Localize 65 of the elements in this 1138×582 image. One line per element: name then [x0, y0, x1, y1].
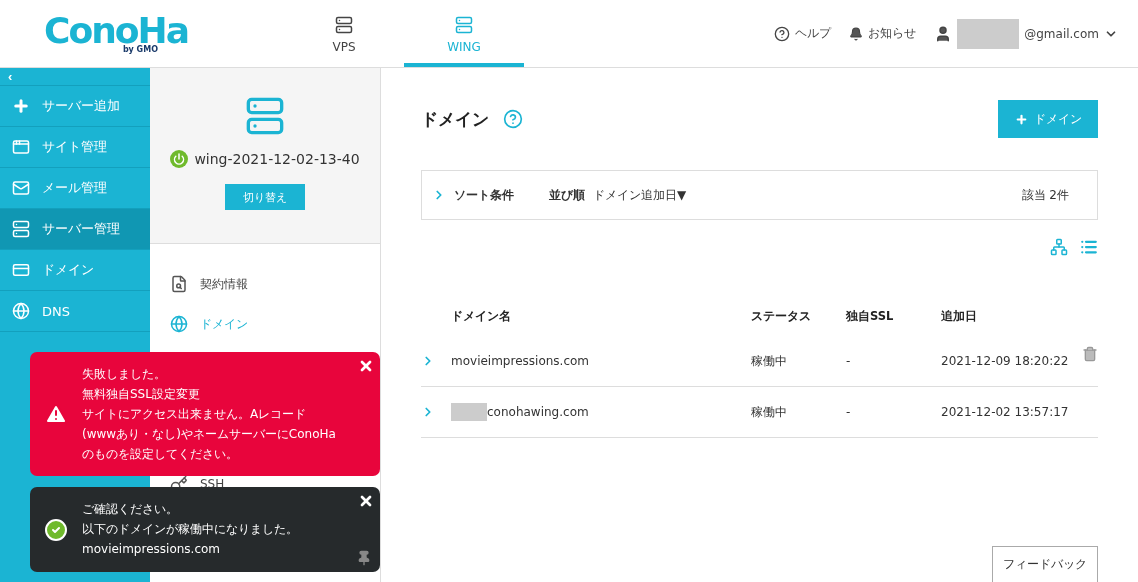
- server-icon: [335, 15, 353, 34]
- toast-text: 無料独自SSL設定変更: [82, 385, 201, 403]
- result-count: 該当 2件: [1021, 186, 1069, 204]
- redacted-block: [957, 18, 1020, 49]
- window-icon: [12, 138, 30, 156]
- server-name: wing-2021-12-02-13-40: [194, 151, 360, 167]
- switch-button[interactable]: 切り替え: [225, 184, 305, 210]
- power-icon: [170, 150, 189, 168]
- ssl-cell-text: -: [846, 354, 852, 368]
- sidebar-item[interactable]: ドメイン: [0, 250, 150, 291]
- trash-icon[interactable]: [1082, 346, 1098, 362]
- toast-text: 失敗しました。: [82, 365, 167, 383]
- server-icon: [455, 15, 473, 34]
- server-icon: [245, 96, 285, 136]
- toast-text: movieimpressions.com: [82, 541, 222, 558]
- toast-text: のものを設定してください。: [82, 445, 239, 463]
- ssl-cell-text: -: [846, 405, 852, 419]
- document-search-icon: [170, 275, 188, 293]
- date-cell: 2021-12-02 13:57:17: [941, 405, 1069, 419]
- pin-icon[interactable]: [356, 550, 372, 566]
- domain-name: conohawing.com: [451, 403, 751, 421]
- help-icon: [774, 25, 791, 42]
- notice-link[interactable]: お知らせ: [849, 25, 917, 42]
- sidebar-item[interactable]: サーバー管理: [0, 209, 150, 250]
- status-cell-text: 稼働中: [751, 352, 788, 370]
- toast-text: サイトにアクセス出来ません。Aレコード: [82, 405, 308, 423]
- nav-tab[interactable]: WING: [404, 0, 524, 67]
- toast-text: 以下のドメインが稼働中になりました。: [82, 521, 298, 538]
- add-domain-button[interactable]: ドメイン: [998, 100, 1098, 138]
- nav-tab[interactable]: VPS: [284, 0, 404, 67]
- order-label: 並び順: [549, 186, 585, 204]
- account-menu[interactable]: @gmail.com: [934, 18, 1118, 49]
- plus-icon: [12, 97, 30, 115]
- column-header: 追加日: [941, 308, 978, 324]
- page-title: ドメイン: [421, 107, 489, 131]
- mail-icon: [12, 179, 30, 197]
- card-icon: [12, 261, 30, 279]
- sort-panel[interactable]: ソート条件 並び順 ドメイン追加日▼ 該当 2件: [421, 170, 1098, 220]
- date-cell: 2021-12-09 18:20:22: [941, 354, 1069, 368]
- globe-icon: [170, 315, 188, 333]
- tree-view-icon[interactable]: [1050, 238, 1068, 256]
- domain-name: movieimpressions.com: [451, 354, 591, 368]
- sidebar-item[interactable]: DNS: [0, 291, 150, 332]
- column-header: 独自SSL: [846, 308, 895, 324]
- plus-icon: [1014, 112, 1028, 126]
- globe-icon: [12, 302, 30, 320]
- sort-label: ソート条件: [454, 186, 515, 204]
- status-cell-text: 稼働中: [751, 403, 788, 421]
- column-header: ドメイン名: [451, 308, 512, 324]
- column-header: ステータス: [751, 308, 812, 324]
- help-link[interactable]: ヘルプ: [774, 25, 832, 42]
- menu-item[interactable]: ドメイン: [170, 304, 380, 344]
- menu-label: 契約情報: [200, 275, 248, 293]
- feedback-button[interactable]: フィードバック: [992, 546, 1098, 582]
- help-icon[interactable]: [503, 109, 523, 129]
- server-icon: [12, 220, 30, 238]
- order-value: ドメイン追加日▼: [593, 186, 687, 204]
- menu-item[interactable]: 契約情報: [170, 264, 380, 304]
- list-view-icon[interactable]: [1080, 238, 1098, 256]
- close-button[interactable]: [358, 493, 374, 509]
- check-icon: [44, 517, 68, 542]
- bell-icon: [849, 26, 864, 41]
- menu-label: ドメイン: [200, 315, 248, 333]
- toast-text: (wwwあり・なし)やネームサーバーにConoHa: [82, 425, 336, 443]
- toast-text: ご確認ください。: [82, 501, 179, 518]
